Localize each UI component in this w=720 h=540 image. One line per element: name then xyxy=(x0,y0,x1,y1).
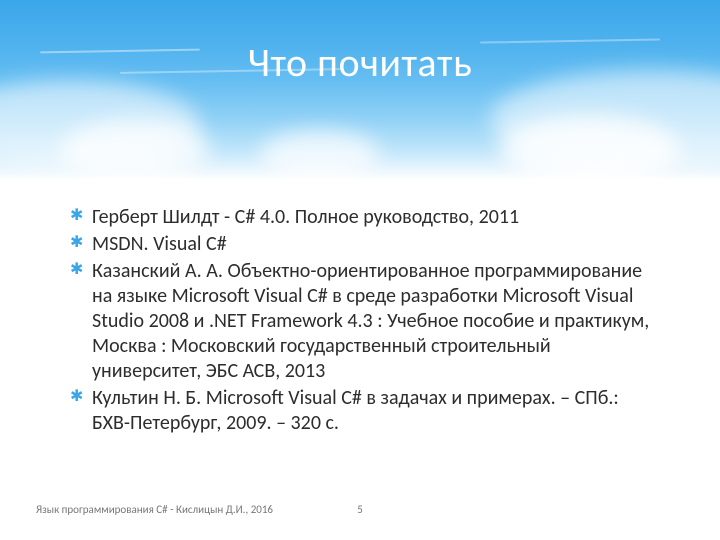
bullet-icon: ✱ xyxy=(70,235,83,251)
list-item-text: Культин Н. Б. Microsoft Visual C# в зада… xyxy=(92,386,619,435)
bullet-icon: ✱ xyxy=(70,389,83,405)
slide-background-sky xyxy=(0,0,720,180)
list-item-text: Казанский А. А. Объектно-ориентированное… xyxy=(92,259,649,383)
slide-title: Что почитать xyxy=(0,38,720,87)
list-item: ✱ Казанский А. А. Объектно-ориентированн… xyxy=(70,259,660,384)
decorative-cloud xyxy=(500,115,680,180)
decorative-cloud xyxy=(260,130,380,180)
list-item-text: MSDN. Visual C# xyxy=(92,232,227,256)
bullet-icon: ✱ xyxy=(70,262,83,278)
reading-list: ✱ Герберт Шилдт - С# 4.0. Полное руковод… xyxy=(70,205,660,436)
page-number: 5 xyxy=(357,503,363,516)
decorative-cloud xyxy=(60,120,210,180)
list-item: ✱ MSDN. Visual C# xyxy=(70,232,660,257)
bullet-icon: ✱ xyxy=(70,208,83,224)
slide-body: ✱ Герберт Шилдт - С# 4.0. Полное руковод… xyxy=(70,205,660,438)
list-item: ✱ Культин Н. Б. Microsoft Visual C# в за… xyxy=(70,386,660,436)
footer-text: Язык программирования С# - Кислицын Д.И.… xyxy=(36,503,273,516)
list-item-text: Герберт Шилдт - С# 4.0. Полное руководст… xyxy=(92,205,519,229)
list-item: ✱ Герберт Шилдт - С# 4.0. Полное руковод… xyxy=(70,205,660,230)
